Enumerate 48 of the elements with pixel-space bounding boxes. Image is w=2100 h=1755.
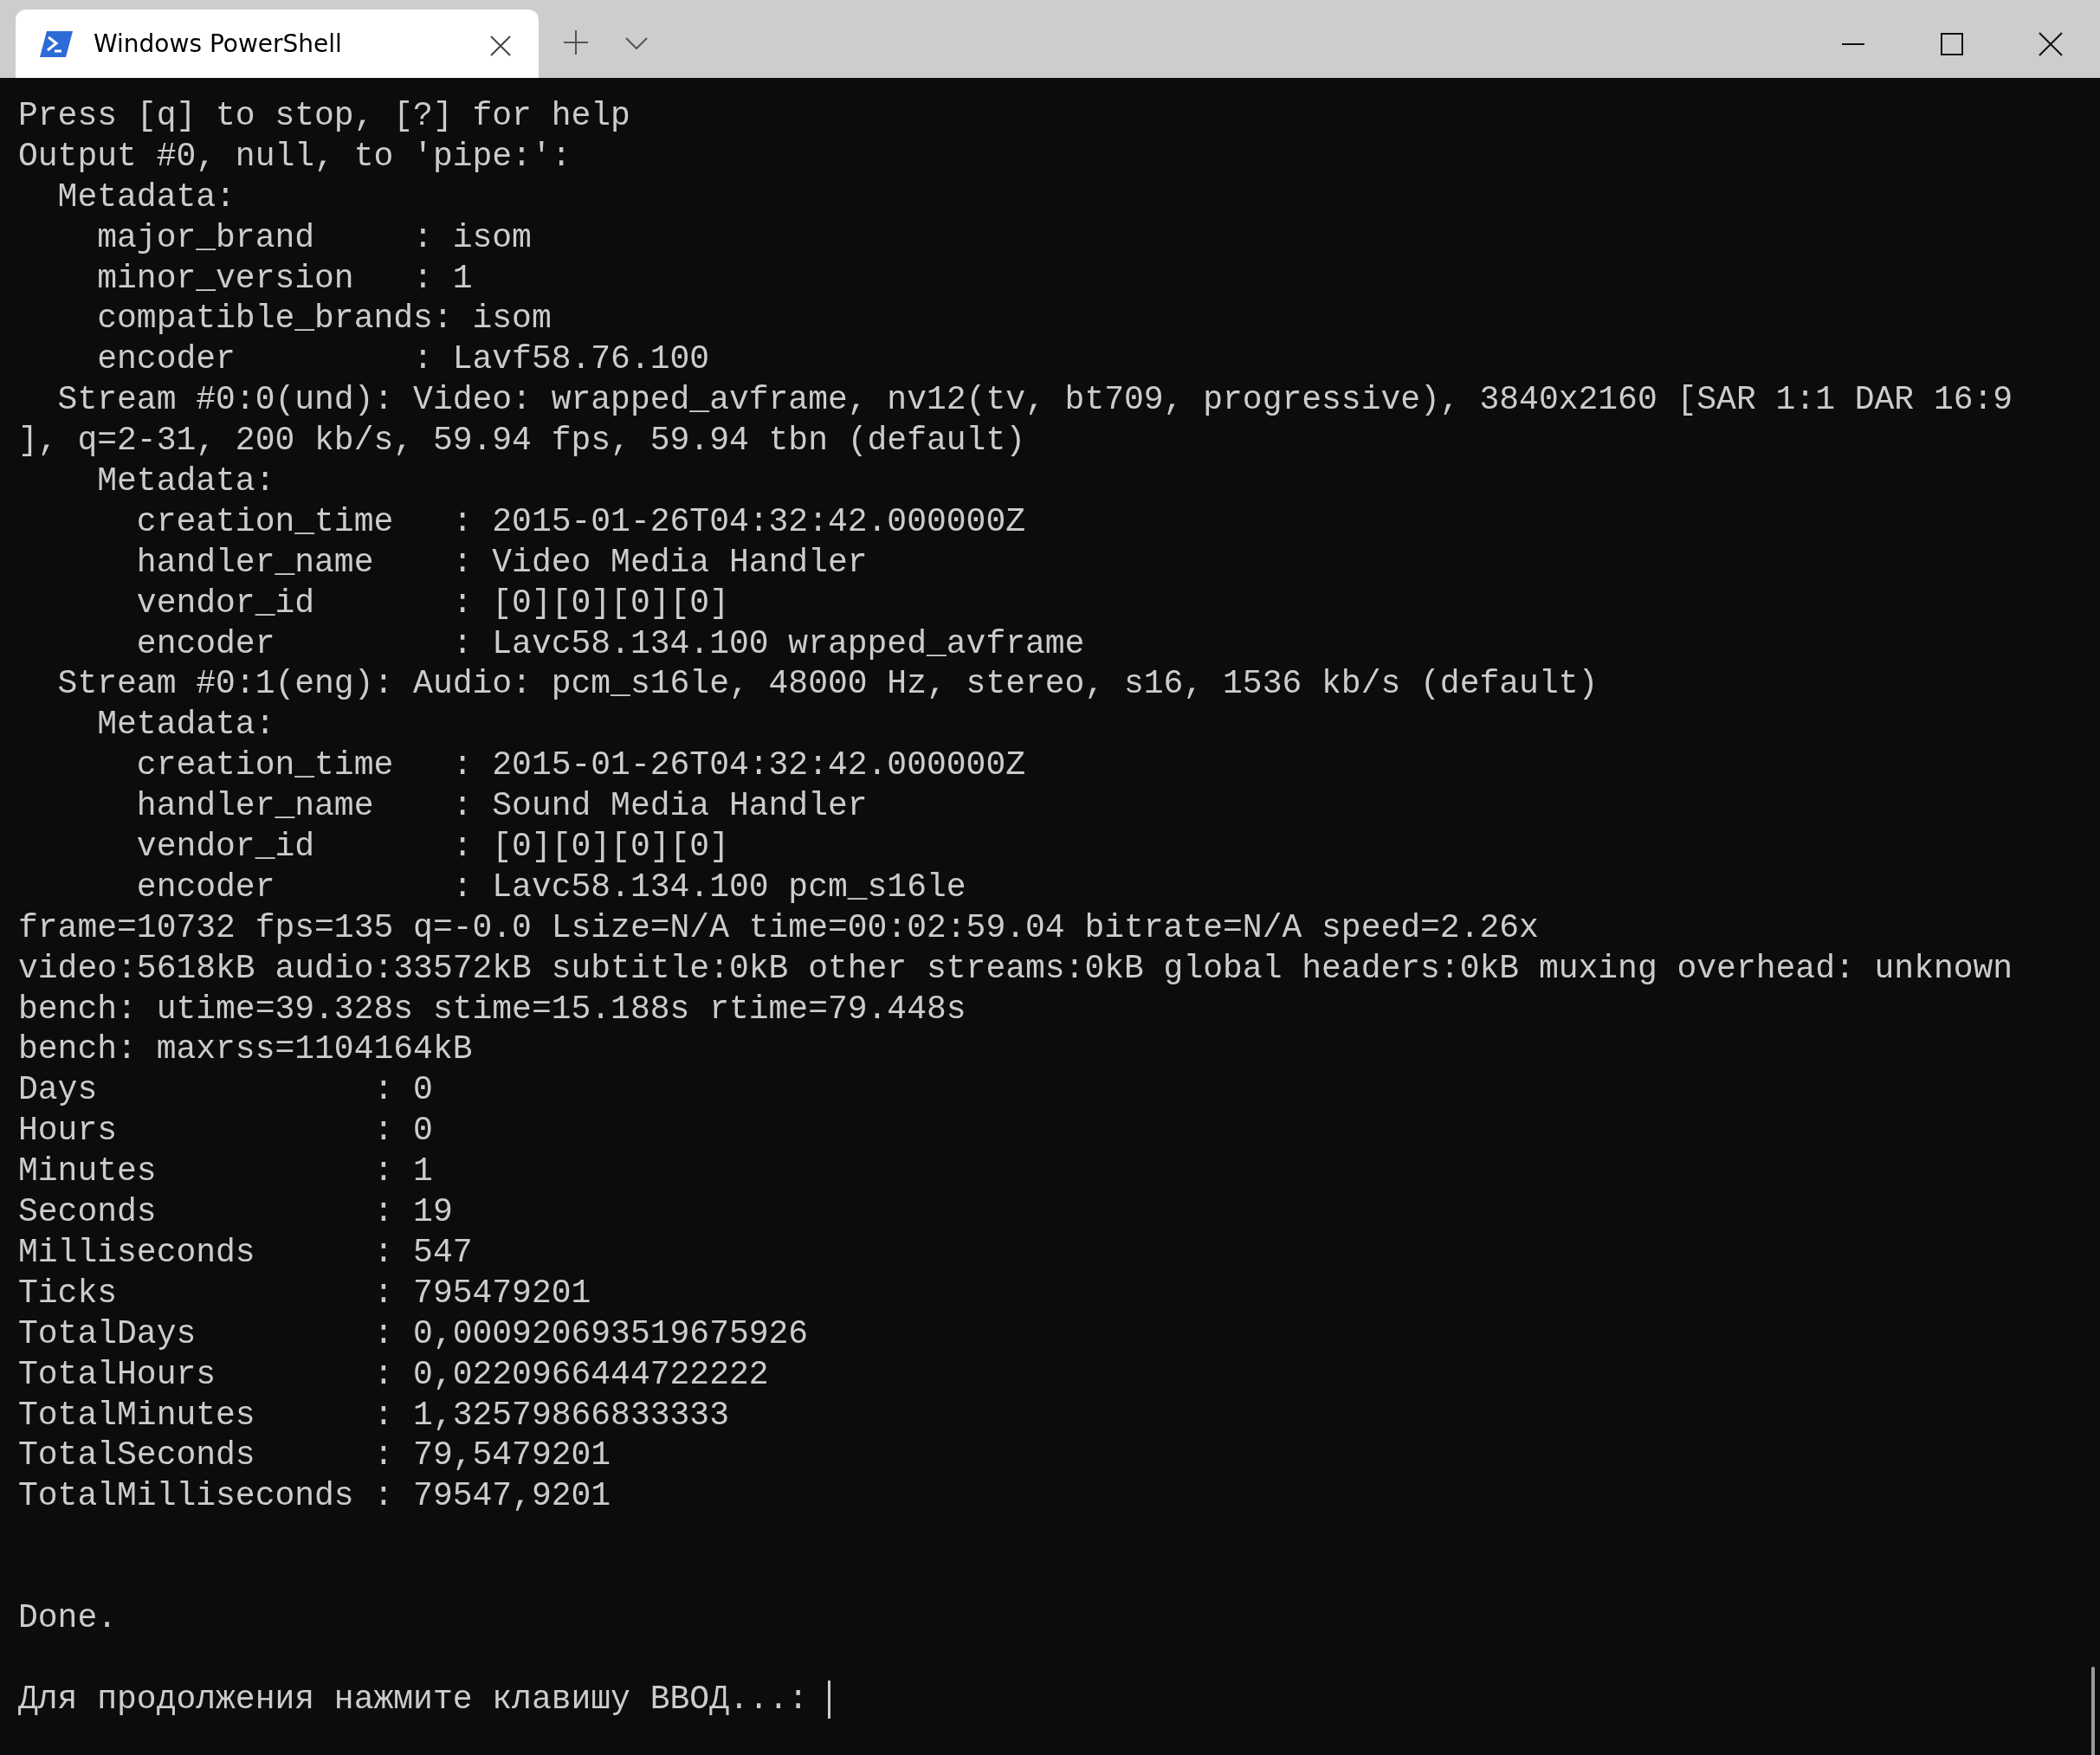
output-line: encoder : Lavf58.76.100 xyxy=(96,339,710,380)
text-cursor xyxy=(827,1681,830,1720)
output-line: encoder : Lavc58.134.100 wrapped_avframe xyxy=(135,623,1085,664)
output-line: creation_time : 2015-01-26T04:32:42.000000Z xyxy=(135,501,1025,542)
output-line: Days : 0 xyxy=(18,1070,433,1111)
output-line: handler_name : Video Media Handler xyxy=(135,542,868,583)
output-line: ], q=2-31, 200 kb/s, 59.94 fps, 59.94 tbn (default) xyxy=(18,421,1025,461)
minimize-icon xyxy=(1842,42,1864,46)
output-line: Press [q] to stop, [?] for help xyxy=(18,96,630,136)
output-line: Minutes : 1 xyxy=(18,1152,433,1192)
output-line: major_brand : isom xyxy=(96,217,532,258)
output-line: TotalHours : 0,0220966444722222 xyxy=(18,1354,769,1395)
output-line: minor_version : 1 xyxy=(96,258,473,299)
output-line: compatible_brands: isom xyxy=(96,299,552,339)
close-icon xyxy=(490,35,511,56)
output-line: video:5618kB audio:33572kB subtitle:0kB other streams:0kB global headers:0kB muxing overhead: unknown xyxy=(18,948,2013,989)
terminal-tab[interactable]: Windows PowerShell xyxy=(16,10,539,78)
chevron-down-icon xyxy=(624,35,649,50)
output-line: TotalMilliseconds : 79547,9201 xyxy=(18,1476,611,1517)
output-line: Stream #0:0(und): Video: wrapped_avframe, nv12(tv, bt709, progressive), 3840x2160 [SAR 1:1 DAR 16:9 xyxy=(56,380,2013,421)
output-line: frame=10732 fps=135 q=-0.0 Lsize=N/A time=00:02:59.04 bitrate=N/A speed=2.26x xyxy=(18,907,1539,948)
output-line: encoder : Lavc58.134.100 pcm_s16le xyxy=(135,867,966,907)
output-line: bench: utime=39.328s stime=15.188s rtime=79.448s xyxy=(18,989,966,1029)
output-line: Output #0, null, to 'pipe:': xyxy=(18,136,572,177)
plus-icon xyxy=(562,29,590,56)
output-line: Metadata: xyxy=(96,705,275,745)
output-line: Stream #0:1(eng): Audio: pcm_s16le, 48000 Hz, stereo, s16, 1536 kb/s (default) xyxy=(56,664,1599,705)
output-line: Metadata: xyxy=(56,177,236,217)
output-line: Hours : 0 xyxy=(18,1111,433,1152)
output-line: TotalMinutes : 1,32579866833333 xyxy=(18,1395,729,1436)
output-line: vendor_id : [0][0][0][0] xyxy=(135,827,729,868)
scrollbar[interactable] xyxy=(2091,1667,2095,1755)
status-message: Done. xyxy=(18,1597,118,1638)
output-line: bench: maxrss=1104164kB xyxy=(18,1029,473,1070)
output-line: handler_name : Sound Media Handler xyxy=(135,786,868,827)
output-line: vendor_id : [0][0][0][0] xyxy=(135,583,729,623)
tab-title: Windows PowerShell xyxy=(94,28,343,60)
powershell-icon xyxy=(40,30,73,57)
output-line: TotalSeconds : 79,5479201 xyxy=(18,1436,611,1476)
output-line: creation_time : 2015-01-26T04:32:42.000000Z xyxy=(135,745,1025,786)
output-line: TotalDays : 0,000920693519675926 xyxy=(18,1313,809,1354)
output-line: Metadata: xyxy=(96,461,275,501)
maximize-icon xyxy=(1941,32,1963,55)
output-line: Ticks : 795479201 xyxy=(18,1273,591,1313)
output-line: Milliseconds : 547 xyxy=(18,1232,473,1273)
close-icon xyxy=(2039,31,2063,56)
prompt-text: Для продолжения нажмите клавишу ВВОД...: xyxy=(18,1679,810,1720)
output-line: Seconds : 19 xyxy=(18,1192,453,1233)
